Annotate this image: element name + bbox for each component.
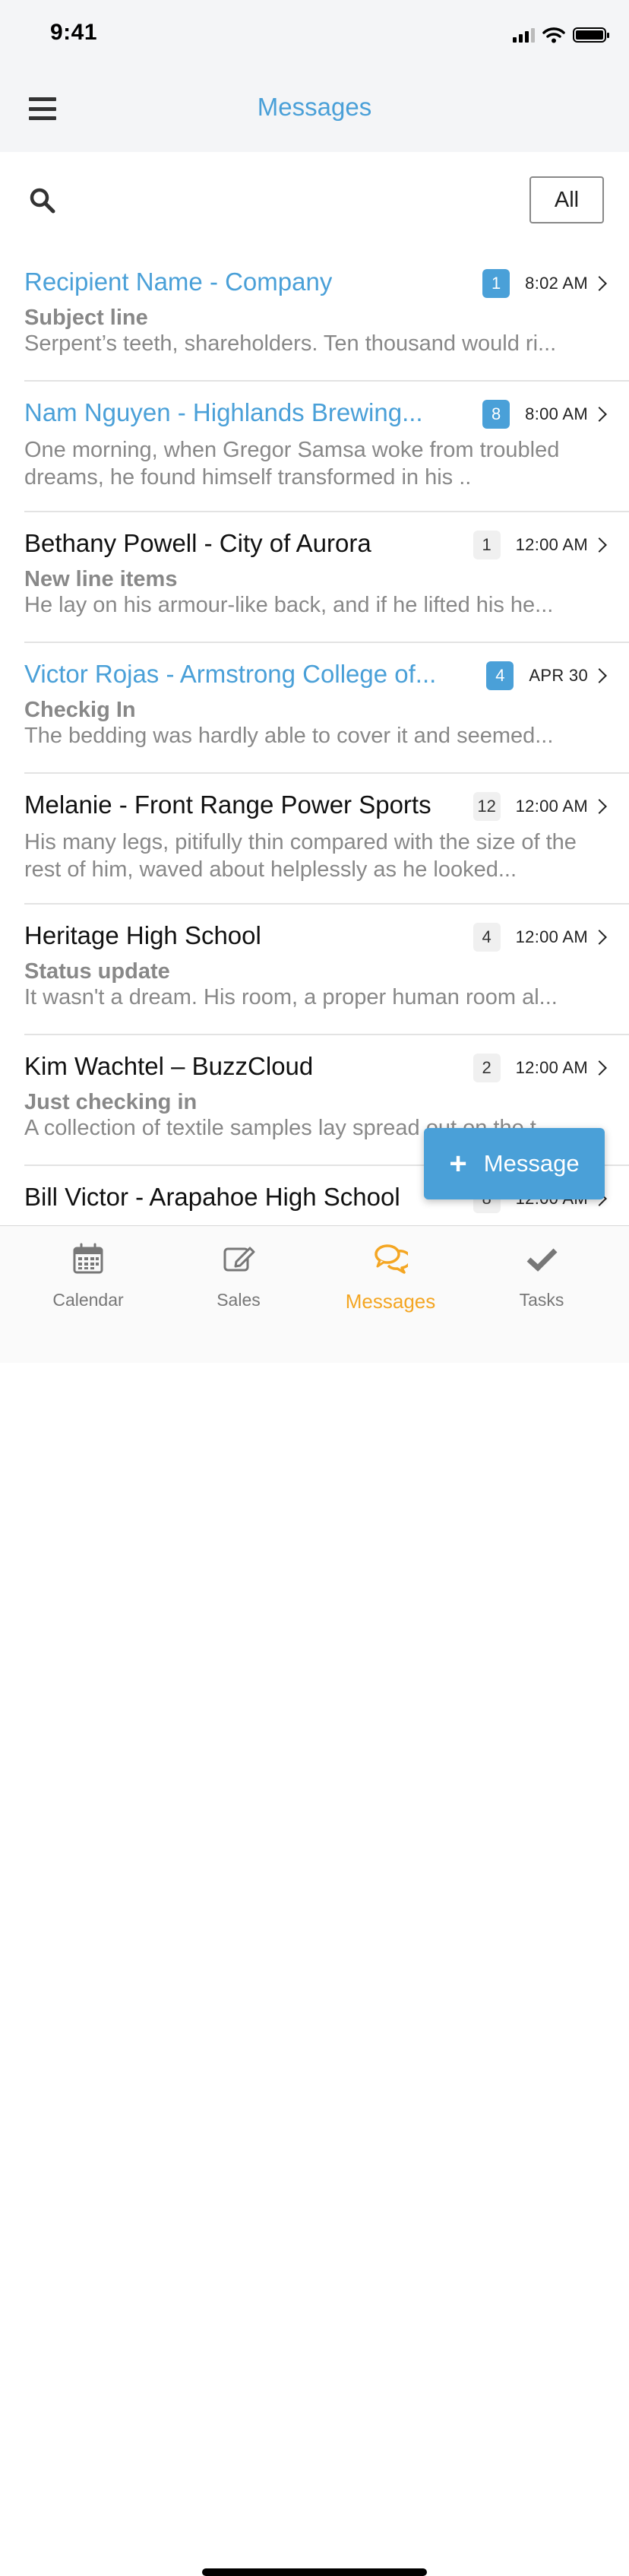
- plus-icon: +: [449, 1147, 467, 1180]
- signal-icon: [513, 27, 535, 43]
- edit-icon: [223, 1247, 255, 1272]
- message-subject: Subject line: [24, 306, 148, 330]
- message-recipient: Bethany Powell - City of Aurora: [24, 529, 371, 557]
- message-item[interactable]: Recipient Name - Company 1 8:02 AM Subje…: [24, 251, 629, 382]
- message-subject: New line items: [24, 567, 178, 591]
- message-preview: He lay on his armour-like back, and if h…: [24, 593, 554, 617]
- tab-label: Calendar: [52, 1290, 124, 1310]
- message-item[interactable]: Heritage High School 4 12:00 AM Status u…: [24, 905, 629, 1035]
- message-time: 8:02 AM: [525, 274, 588, 293]
- message-item[interactable]: Victor Rojas - Armstrong College of... 4…: [24, 643, 629, 774]
- message-preview: One morning, when Gregor Samsa woke from…: [24, 438, 560, 490]
- tab-label: Sales: [217, 1290, 261, 1310]
- message-preview: Serpent’s teeth, shareholders. Ten thous…: [24, 331, 557, 356]
- chevron-right-icon: [592, 668, 607, 683]
- chevron-right-icon: [592, 799, 607, 814]
- message-count-badge: 8: [482, 400, 510, 429]
- calendar-icon: [73, 1243, 103, 1274]
- message-time: 8:00 AM: [525, 404, 588, 423]
- message-count-badge: 4: [473, 923, 501, 952]
- message-recipient: Victor Rojas - Armstrong College of...: [24, 660, 437, 688]
- message-preview: The bedding was hardly able to cover it …: [24, 724, 554, 748]
- filter-all-button[interactable]: All: [529, 176, 604, 223]
- message-item[interactable]: Bethany Powell - City of Aurora 1 12:00 …: [24, 512, 629, 643]
- tab-label: Messages: [345, 1290, 436, 1313]
- message-count-badge: 12: [473, 792, 501, 821]
- chevron-right-icon: [592, 930, 607, 945]
- message-meta: 4 12:00 AM: [473, 923, 608, 952]
- message-time: 12:00 AM: [515, 797, 588, 816]
- message-time: 12:00 AM: [515, 1058, 588, 1077]
- tab-calendar[interactable]: Calendar: [27, 1241, 149, 1310]
- chat-bubbles-icon: [375, 1244, 408, 1274]
- header-bar: 9:41 Messages: [0, 0, 629, 152]
- tab-messages[interactable]: Messages: [330, 1241, 451, 1313]
- status-icons: [513, 24, 609, 46]
- message-item[interactable]: Nam Nguyen - Highlands Brewing... 8 8:00…: [24, 382, 629, 512]
- tab-label: Tasks: [519, 1290, 564, 1310]
- message-count-badge: 4: [486, 661, 514, 690]
- search-icon[interactable]: [29, 187, 56, 214]
- message-meta: 4 APR 30: [486, 661, 608, 690]
- message-count-badge: 2: [473, 1054, 501, 1082]
- message-recipient: Nam Nguyen - Highlands Brewing...: [24, 398, 423, 426]
- battery-icon: [573, 27, 609, 43]
- message-time: 12:00 AM: [515, 927, 588, 946]
- message-subject: Checkig In: [24, 698, 136, 722]
- chevron-right-icon: [592, 407, 607, 422]
- checkmark-icon: [526, 1248, 558, 1272]
- chevron-right-icon: [592, 1060, 607, 1076]
- message-list: Recipient Name - Company 1 8:02 AM Subje…: [24, 251, 629, 1224]
- message-count-badge: 1: [482, 269, 510, 298]
- chevron-right-icon: [592, 276, 607, 291]
- message-item[interactable]: Melanie - Front Range Power Sports 12 12…: [24, 774, 629, 905]
- message-time: APR 30: [529, 666, 588, 685]
- message-preview: It wasn't a dream. His room, a proper hu…: [24, 985, 558, 1009]
- message-meta: 1 8:02 AM: [482, 269, 608, 298]
- message-recipient: Kim Wachtel – BuzzCloud: [24, 1052, 314, 1080]
- message-preview: His many legs, pitifully thin compared w…: [24, 830, 577, 882]
- wifi-icon: [542, 27, 565, 43]
- home-indicator: [202, 2568, 427, 2576]
- message-count-badge: 1: [473, 531, 501, 559]
- message-recipient: Melanie - Front Range Power Sports: [24, 791, 431, 819]
- message-recipient: Heritage High School: [24, 921, 261, 949]
- message-meta: 8 8:00 AM: [482, 400, 608, 429]
- message-meta: 1 12:00 AM: [473, 531, 608, 559]
- message-recipient: Recipient Name - Company: [24, 268, 333, 296]
- new-message-label: Message: [483, 1150, 580, 1177]
- tab-tasks[interactable]: Tasks: [481, 1241, 602, 1310]
- message-time: 12:00 AM: [515, 535, 588, 554]
- message-meta: 12 12:00 AM: [473, 792, 608, 821]
- message-recipient: Bill Victor - Arapahoe High School: [24, 1183, 400, 1211]
- message-subject: Status update: [24, 959, 170, 984]
- chevron-right-icon: [592, 537, 607, 553]
- new-message-button[interactable]: + Message: [424, 1128, 605, 1199]
- message-meta: 2 12:00 AM: [473, 1054, 608, 1082]
- status-time: 9:41: [50, 20, 98, 45]
- tab-bar: Calendar Sales Messages Tasks: [0, 1225, 629, 2576]
- page-title: Messages: [257, 93, 372, 121]
- tab-sales[interactable]: Sales: [178, 1241, 299, 1310]
- message-subject: Just checking in: [24, 1090, 198, 1114]
